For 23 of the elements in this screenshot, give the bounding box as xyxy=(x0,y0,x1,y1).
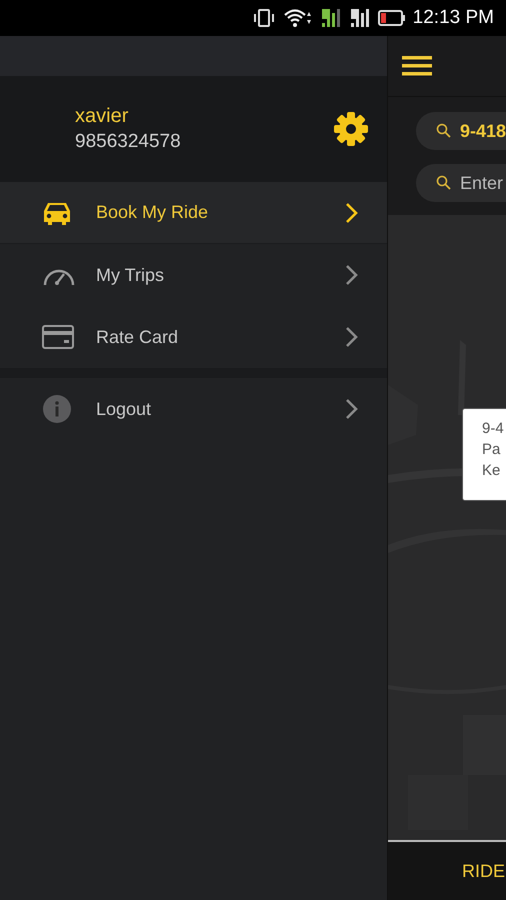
chevron-right-icon xyxy=(345,264,359,286)
clock-time: 12:13 PM xyxy=(412,6,494,30)
battery-icon xyxy=(378,9,406,27)
search-icon xyxy=(436,123,452,139)
chevron-right-icon xyxy=(345,398,359,420)
card-icon xyxy=(42,325,74,349)
search-icon xyxy=(436,175,452,191)
chevron-right-icon xyxy=(345,326,359,348)
info-icon xyxy=(42,394,72,424)
popup-address: 9-4 Pa Ke xyxy=(482,419,505,481)
settings-icon[interactable] xyxy=(333,111,369,147)
menu-icon[interactable] xyxy=(402,54,432,78)
user-phone: 9856324578 xyxy=(75,130,182,154)
signal-icon xyxy=(348,7,371,29)
vibrate-icon xyxy=(252,8,276,28)
pickup-field[interactable]: 9-418 xyxy=(416,112,506,150)
user-name: xavier xyxy=(75,104,130,129)
drop-field[interactable]: Enter xyxy=(416,164,506,202)
menu-item[interactable]: Book My Ride xyxy=(0,182,387,244)
wifi-icon xyxy=(282,8,313,28)
chevron-right-icon xyxy=(345,202,359,224)
ride-label[interactable]: RIDE xyxy=(462,858,506,884)
signal-icon xyxy=(320,7,342,29)
